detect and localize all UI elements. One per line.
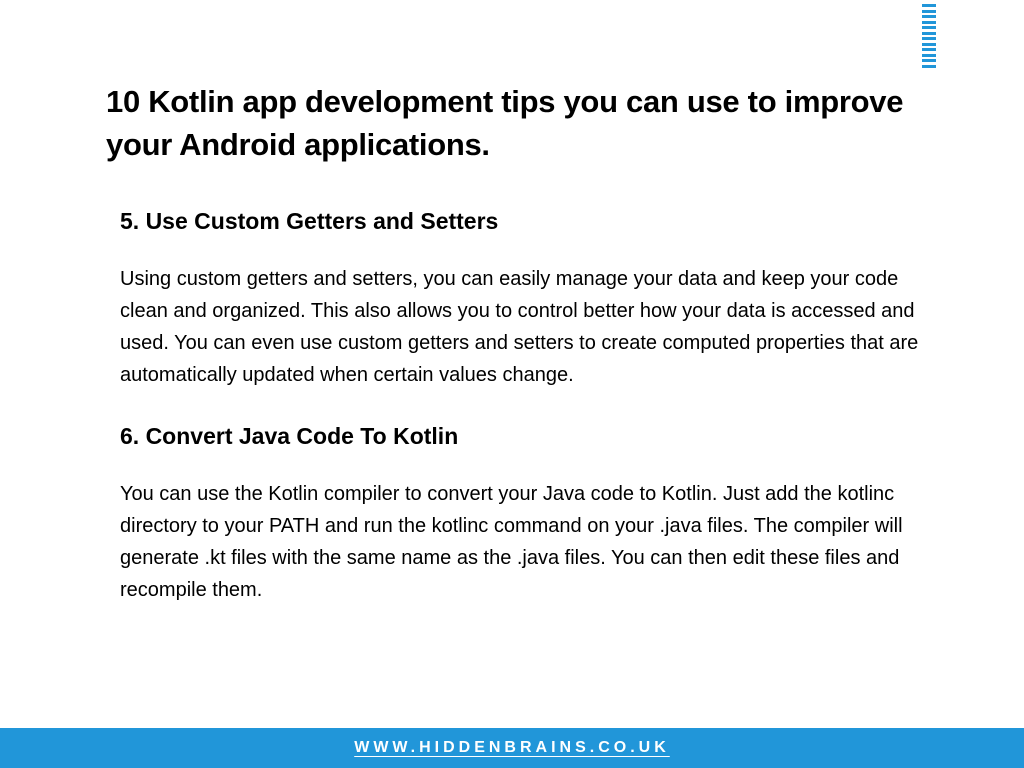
page-title: 10 Kotlin app development tips you can u…: [106, 80, 918, 167]
section-heading-5: 5. Use Custom Getters and Setters: [120, 208, 924, 235]
decoration-lines: [922, 0, 936, 68]
content-area: 5. Use Custom Getters and Setters Using …: [120, 208, 924, 638]
section-body-6: You can use the Kotlin compiler to conve…: [120, 478, 924, 606]
footer-url[interactable]: WWW.HIDDENBRAINS.CO.UK: [354, 739, 670, 757]
section-body-5: Using custom getters and setters, you ca…: [120, 263, 924, 391]
section-heading-6: 6. Convert Java Code To Kotlin: [120, 423, 924, 450]
footer-bar: WWW.HIDDENBRAINS.CO.UK: [0, 728, 1024, 768]
